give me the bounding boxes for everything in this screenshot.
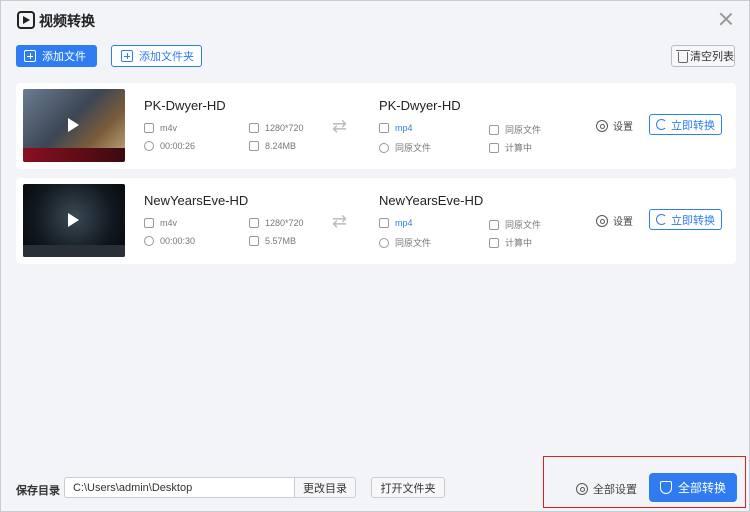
output-file-name: PK-Dwyer-HD — [379, 98, 461, 113]
format-icon — [144, 123, 154, 133]
source-resolution: 1280*720 — [249, 123, 304, 133]
trash-icon — [676, 49, 690, 63]
title-bar: 视频转换 — [1, 1, 749, 39]
output-file-name: NewYearsEve-HD — [379, 193, 484, 208]
size-icon — [249, 236, 259, 246]
clock-icon — [379, 237, 389, 248]
source-resolution: 1280*720 — [249, 218, 304, 228]
add-file-button[interactable]: 添加文件 — [16, 45, 97, 67]
format-icon — [379, 218, 389, 228]
source-size: 5.57MB — [249, 236, 296, 246]
shuffle-arrow-icon: ⇄ — [332, 116, 348, 136]
all-settings-button[interactable]: 全部设置 — [576, 481, 637, 497]
size-icon — [249, 141, 259, 151]
output-duration: 同原文件 — [379, 236, 431, 249]
add-folder-label: 添加文件夹 — [139, 51, 194, 63]
change-dir-button[interactable]: 更改目录 — [294, 477, 356, 498]
all-convert-button[interactable]: 全部转换 — [649, 473, 737, 502]
convert-icon — [659, 481, 672, 494]
close-icon[interactable] — [717, 10, 735, 28]
output-resolution: 同原文件 — [489, 123, 541, 136]
size-icon — [489, 237, 499, 248]
item-settings-button[interactable]: 设置 — [596, 118, 633, 133]
resolution-icon — [489, 124, 499, 135]
refresh-icon — [656, 214, 667, 225]
format-icon — [379, 123, 389, 133]
play-icon[interactable] — [68, 118, 79, 132]
add-folder-button[interactable]: 添加文件夹 — [111, 45, 202, 67]
play-icon[interactable] — [68, 213, 79, 227]
source-duration: 00:00:26 — [144, 141, 195, 151]
converter-window: 视频转换 添加文件 添加文件夹 清空列表 PK-Dwyer-HD m4v 128… — [0, 0, 750, 512]
item-settings-button[interactable]: 设置 — [596, 213, 633, 228]
clear-list-button[interactable]: 清空列表 — [671, 45, 735, 67]
open-folder-button[interactable]: 打开文件夹 — [371, 477, 445, 498]
clock-icon — [144, 236, 154, 246]
add-icon — [121, 50, 133, 62]
clear-list-label: 清空列表 — [690, 51, 734, 63]
video-thumbnail[interactable] — [23, 184, 125, 257]
output-duration: 同原文件 — [379, 141, 431, 154]
save-path-input[interactable] — [64, 477, 294, 498]
convert-now-button[interactable]: 立即转换 — [649, 209, 722, 230]
resolution-icon — [249, 218, 259, 228]
convert-now-button[interactable]: 立即转换 — [649, 114, 722, 135]
format-icon — [144, 218, 154, 228]
gear-icon — [596, 214, 608, 227]
window-title: 视频转换 — [39, 13, 95, 29]
add-file-label: 添加文件 — [42, 51, 86, 63]
gear-icon — [576, 483, 588, 495]
add-icon — [24, 50, 36, 62]
source-duration: 00:00:30 — [144, 236, 195, 246]
video-app-icon — [17, 11, 35, 29]
source-file-name: NewYearsEve-HD — [144, 193, 249, 208]
video-item: PK-Dwyer-HD m4v 1280*720 00:00:26 8.24MB… — [16, 83, 736, 169]
video-item: NewYearsEve-HD m4v 1280*720 00:00:30 5.5… — [16, 178, 736, 264]
size-icon — [489, 142, 499, 153]
video-thumbnail[interactable] — [23, 89, 125, 162]
save-dir-label: 保存目录 — [16, 485, 60, 497]
output-size: 计算中 — [489, 141, 532, 154]
clock-icon — [144, 141, 154, 151]
refresh-icon — [656, 119, 667, 130]
source-file-name: PK-Dwyer-HD — [144, 98, 226, 113]
source-size: 8.24MB — [249, 141, 296, 151]
clock-icon — [379, 142, 389, 153]
shuffle-arrow-icon: ⇄ — [332, 211, 348, 231]
gear-icon — [596, 119, 608, 132]
resolution-icon — [249, 123, 259, 133]
output-format[interactable]: mp4 — [379, 218, 413, 228]
source-format: m4v — [144, 123, 177, 133]
output-size: 计算中 — [489, 236, 532, 249]
output-format[interactable]: mp4 — [379, 123, 413, 133]
resolution-icon — [489, 219, 499, 230]
output-resolution: 同原文件 — [489, 218, 541, 231]
source-format: m4v — [144, 218, 177, 228]
